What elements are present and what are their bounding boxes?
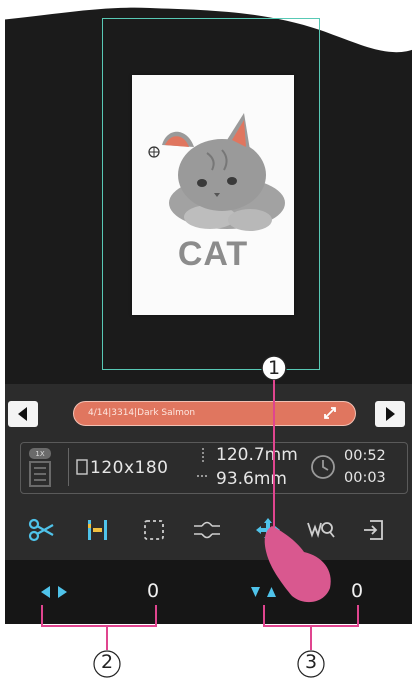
callout-number-1: 1 [267, 357, 281, 379]
callout-number-2: 2 [100, 651, 114, 673]
vertical-position-value: 0 [351, 580, 364, 602]
jump-stitch-icon[interactable] [192, 515, 222, 545]
frame-size-icon [76, 459, 88, 475]
align-icon[interactable] [83, 515, 113, 545]
expand-icon[interactable] [322, 405, 338, 421]
design-height-value: 93.6mm [216, 469, 287, 489]
info-divider [68, 448, 69, 486]
thread-color-text: 4/14|3314|Dark Salmon [88, 408, 196, 418]
select-area-icon[interactable] [139, 515, 169, 545]
exit-icon[interactable] [360, 515, 390, 545]
design-preview: CAT [132, 75, 294, 315]
horizontal-position-value: 0 [147, 580, 160, 602]
clock-icon [311, 455, 335, 479]
search-icon[interactable] [306, 515, 336, 545]
arrow-right-icon [386, 407, 395, 421]
design-text-label: CAT [177, 235, 249, 273]
current-time-value: 00:03 [344, 470, 386, 486]
svg-text:1X: 1X [35, 450, 44, 458]
total-time-value: 00:52 [344, 448, 386, 464]
callout-number-3: 3 [304, 651, 318, 673]
arrow-left-icon [18, 407, 27, 421]
up-down-arrows-icon[interactable] [246, 582, 282, 602]
previous-color-button[interactable] [8, 401, 38, 427]
cat-design-image [148, 113, 285, 231]
left-right-arrows-icon[interactable] [36, 582, 72, 602]
scissors-icon[interactable] [27, 515, 57, 545]
thread-spool-icon: 1X [29, 448, 51, 487]
thread-color-bar[interactable]: 4/14|3314|Dark Salmon [73, 401, 356, 426]
next-color-button[interactable] [375, 401, 405, 427]
hoop-size-value: 120x180 [90, 458, 169, 478]
dimension-icon [197, 448, 209, 477]
move-icon[interactable] [253, 515, 283, 545]
design-width-value: 120.7mm [216, 445, 298, 465]
